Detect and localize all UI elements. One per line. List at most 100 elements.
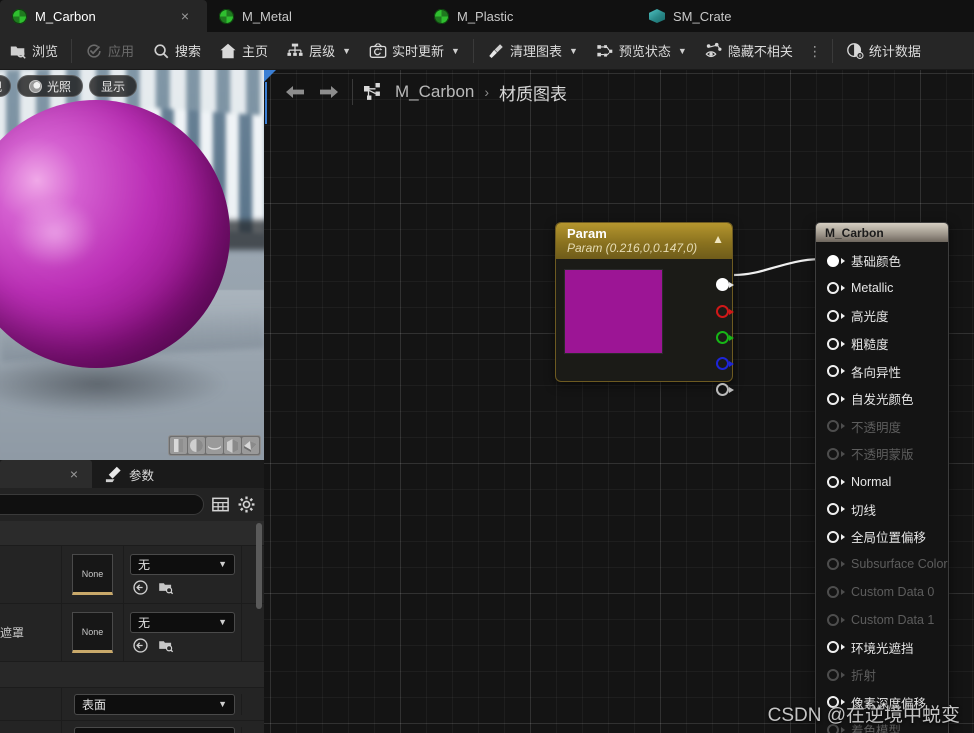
material-pin-ambient-occlusion[interactable]: 环境光遮挡 — [816, 633, 948, 661]
asset-thumbnail[interactable]: None — [72, 554, 113, 595]
pin-arrow-icon — [841, 340, 845, 347]
pin-dot-icon — [827, 475, 839, 488]
kebab-menu-icon[interactable]: ⋮ — [802, 44, 828, 58]
statistics-button[interactable]: 统计数据 — [837, 32, 930, 70]
g-output-pin[interactable] — [716, 330, 734, 345]
asset-thumbnail[interactable]: None — [72, 612, 113, 653]
nav-forward-button[interactable] — [312, 77, 346, 107]
details-search-row — [0, 488, 264, 521]
param-node-header[interactable]: Param Param (0.216,0,0.147,0) ▲ — [556, 223, 732, 259]
home-icon — [220, 43, 236, 58]
close-icon[interactable]: × — [177, 9, 193, 23]
material-pin-emissive-color[interactable]: 自发光颜色 — [816, 385, 948, 413]
details-row-mini-actions — [130, 637, 235, 654]
details-row-thumbnail-cell[interactable]: None — [62, 604, 124, 661]
browse-folder-icon[interactable] — [157, 637, 175, 654]
details-tab-active[interactable]: × — [0, 460, 92, 488]
back-arrow-icon[interactable] — [132, 579, 149, 596]
material-graph-canvas[interactable]: M_Carbon › 材质图表 Param Param (0.216,0,0.1… — [264, 70, 974, 733]
a-output-pin[interactable] — [716, 382, 734, 397]
details-section-header[interactable] — [0, 521, 264, 546]
details-tab-parameters[interactable]: 参数 — [92, 460, 166, 488]
plane-preview-icon[interactable] — [206, 437, 223, 454]
material-pin-label: 环境光遮挡 — [851, 641, 914, 656]
rgba-output-pin[interactable] — [716, 277, 734, 292]
toolbar-divider — [71, 38, 73, 63]
close-icon[interactable]: × — [66, 467, 82, 481]
gear-icon[interactable] — [237, 495, 256, 514]
lighting-icon — [29, 79, 43, 93]
browse-folder-icon[interactable] — [157, 579, 175, 596]
param-color-swatch[interactable] — [564, 269, 663, 354]
tab-m-metal[interactable]: M_Metal — [207, 0, 422, 32]
tab-sm-crate[interactable]: SM_Crate — [637, 0, 852, 32]
tab-m-carbon[interactable]: M_Carbon × — [0, 0, 207, 32]
pin-arrow-icon — [729, 360, 734, 367]
material-node-header[interactable]: M_Carbon — [816, 223, 948, 242]
graph-breadcrumb-bar: M_Carbon › 材质图表 — [264, 70, 974, 114]
material-pin-specular[interactable]: 高光度 — [816, 302, 948, 330]
material-pin-normal[interactable]: Normal — [816, 468, 948, 496]
asset-picker-dropdown[interactable]: 无 ▼ — [130, 553, 235, 575]
pin-dot-icon — [827, 613, 839, 626]
grid-view-icon[interactable] — [211, 495, 230, 514]
browse-button[interactable]: 浏览 — [0, 32, 67, 70]
search-input[interactable] — [0, 494, 204, 515]
details-scrollbar[interactable] — [256, 523, 262, 609]
cylinder-preview-icon[interactable] — [170, 437, 187, 454]
material-pin-tangent[interactable]: 切线 — [816, 495, 948, 523]
material-pin-base-color[interactable]: 基础颜色 — [816, 247, 948, 275]
hierarchy-button[interactable]: 层级 ▼ — [277, 32, 360, 70]
next-dropdown[interactable] — [74, 726, 235, 733]
viewport-lighting-menu[interactable]: 光照 — [17, 75, 84, 97]
custom-mesh-preview-icon[interactable] — [242, 437, 259, 454]
material-output-node[interactable]: M_Carbon 基础颜色 Metallic 高光度 粗糙度 各向异性 自发光颜… — [815, 222, 949, 733]
live-update-button[interactable]: 实时更新 ▼ — [360, 32, 469, 70]
pin-dot-icon — [827, 309, 839, 322]
home-button[interactable]: 主页 — [210, 32, 277, 70]
details-row-label: 遮罩 — [0, 604, 62, 661]
toolbar-label: 实时更新 — [392, 44, 445, 59]
material-pin-label: 全局位置偏移 — [851, 531, 927, 546]
material-pin-label: Normal — [851, 474, 892, 489]
details-property-list[interactable]: None 无 ▼ 遮罩 None 无 ▼ 表面 ▼ — [0, 521, 264, 733]
material-pin-metallic[interactable]: Metallic — [816, 275, 948, 303]
sphere-preview-icon[interactable] — [188, 437, 205, 454]
material-pin-world-position-offset[interactable]: 全局位置偏移 — [816, 523, 948, 551]
toolbar-divider — [472, 38, 474, 63]
details-row-material-domain[interactable]: 表面 ▼ — [0, 688, 264, 721]
breadcrumb-root[interactable]: M_Carbon — [395, 82, 474, 102]
material-preview-viewport[interactable]: 观 光照 显示 — [0, 70, 264, 460]
details-row-next[interactable] — [0, 721, 264, 733]
preview-state-button[interactable]: 预览状态 ▼ — [587, 32, 696, 70]
apply-button[interactable]: 应用 — [76, 32, 143, 70]
search-button[interactable]: 搜索 — [143, 32, 210, 70]
details-row-thumbnail-cell[interactable]: None — [62, 546, 124, 603]
r-output-pin[interactable] — [716, 304, 734, 319]
details-row-texture-2[interactable]: 遮罩 None 无 ▼ — [0, 604, 264, 662]
details-row-texture-1[interactable]: None 无 ▼ — [0, 546, 264, 604]
material-pin-roughness[interactable]: 粗糙度 — [816, 330, 948, 358]
clean-graph-button[interactable]: 清理图表 ▼ — [478, 32, 587, 70]
hide-unrelated-button[interactable]: 隐藏不相关 — [696, 32, 802, 70]
b-output-pin[interactable] — [716, 356, 734, 371]
viewport-view-menu[interactable]: 观 — [0, 75, 12, 97]
toolbar-label: 预览状态 — [618, 44, 671, 59]
material-pin-opacity-mask: 不透明蒙版 — [816, 440, 948, 468]
static-mesh-icon — [649, 9, 665, 23]
material-pin-label: 各向异性 — [851, 365, 902, 380]
material-pin-anisotropy[interactable]: 各向异性 — [816, 357, 948, 385]
param-node[interactable]: Param Param (0.216,0,0.147,0) ▲ — [555, 222, 734, 396]
toolbar-label: 搜索 — [175, 44, 202, 59]
material-domain-dropdown[interactable]: 表面 ▼ — [74, 693, 235, 715]
nav-back-button[interactable] — [278, 77, 312, 107]
material-sphere-icon — [434, 8, 449, 24]
asset-picker-dropdown[interactable]: 无 ▼ — [130, 611, 235, 633]
tab-m-plastic[interactable]: M_Plastic — [422, 0, 637, 32]
pin-arrow-icon — [729, 281, 734, 288]
chevron-up-icon[interactable]: ▲ — [712, 232, 724, 246]
cube-preview-icon[interactable] — [224, 437, 241, 454]
back-arrow-icon[interactable] — [132, 637, 149, 654]
viewport-show-menu[interactable]: 显示 — [89, 75, 138, 97]
material-pin-custom-data-1: Custom Data 1 — [816, 606, 948, 634]
